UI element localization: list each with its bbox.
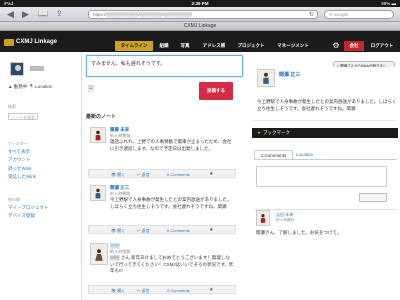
person-icon: [263, 73, 269, 85]
star-icon[interactable]: ★: [209, 287, 213, 293]
note-search-input[interactable]: ノートを検索: [8, 113, 38, 120]
page-title: CXMJ Linkage: [0, 22, 400, 31]
filter-sent-wink[interactable]: 読ったWink: [8, 166, 32, 172]
star-icon[interactable]: ★: [209, 171, 213, 177]
list-item[interactable]: ▒▒▒ 約 6 時間前 ▒▒▒ さん 新年あけましておめでとうございます！無理し…: [88, 241, 236, 297]
comments-tab-label: Comments: [264, 153, 287, 158]
search-label: 検索: [8, 104, 16, 109]
open-link[interactable]: 👁 開く: [111, 288, 125, 294]
divider: [254, 209, 397, 210]
avatar[interactable]: [90, 243, 108, 265]
sidebar-item-device-registration[interactable]: デバイス登録: [8, 213, 35, 219]
note-body: 雄話ふれれ、上野での人事異動で電車が止まったため、会社に引き遅延します。なので予…: [110, 139, 232, 151]
filter-label: フィルター: [8, 141, 28, 146]
star-icon: ★: [257, 130, 262, 135]
avatar[interactable]: [90, 127, 106, 143]
person-icon: [260, 214, 266, 223]
bookmark-label: ブックマーク: [263, 130, 291, 135]
clock: 2:39 PM: [191, 1, 209, 6]
list-item[interactable]: 齋藤 未来 約 6 時間前 雄話ふれれ、上野での人事異動で電車が止まったため、会…: [88, 125, 236, 178]
work-status[interactable]: ▲ 勤務中 📍 Location: [8, 84, 52, 90]
browser-search-input[interactable]: ⚲ Google: [324, 10, 394, 19]
attachment-icon[interactable]: 🗎: [88, 85, 94, 93]
share-icon[interactable]: ⇪: [56, 9, 63, 19]
note-author[interactable]: ▒▒▒: [110, 243, 120, 248]
gear-icon[interactable]: ⚙: [331, 41, 341, 51]
tab-management[interactable]: マネージメント: [273, 41, 313, 51]
person-icon: [95, 130, 101, 141]
profile-name-redacted: [30, 66, 44, 71]
note-action-bar: 👁 開く ↩ 返信 0 Comments ★: [88, 169, 236, 178]
avatar[interactable]: [256, 210, 270, 226]
star-icon[interactable]: ★: [209, 227, 213, 233]
logo-text: CXMJ Linkage: [16, 39, 58, 45]
comment-input[interactable]: [256, 166, 387, 187]
forward-icon[interactable]: ▶: [22, 9, 29, 19]
post-button[interactable]: 投稿する: [199, 82, 233, 100]
tab-organization[interactable]: 組織: [156, 41, 172, 51]
browser-search-placeholder: Google: [333, 12, 349, 17]
person-icon: [95, 249, 103, 261]
avatar[interactable]: [90, 185, 106, 201]
compose-textarea[interactable]: すみません、私も遅れそうです。: [86, 55, 243, 77]
tab-address-book[interactable]: アドレス帳: [199, 41, 229, 51]
url-bar[interactable]: https://▒▒▒▒▒▒▒▒▒▒/▒▒▒▒▒▒▒/▒▒▒▒▒▒▒▒▒ ↻: [88, 10, 318, 19]
other-label: 他の物: [8, 197, 20, 202]
reply-link[interactable]: ↩ 返信: [137, 288, 149, 294]
app-header: CXMJ Linkage タイムライン 組織 写真 アドレス帳 プロジェクト マ…: [0, 31, 400, 52]
avatar[interactable]: [10, 62, 24, 76]
note-detail: 関瀬 正三 今上野駅で人身事故が発生したとの案内放送がありました。しばらく立ち往…: [253, 67, 396, 121]
sidebar-item-my-projects[interactable]: マイ・プロジェクト: [8, 205, 49, 211]
avatar[interactable]: [257, 69, 275, 87]
comments-link[interactable]: 0 Comments: [167, 228, 190, 233]
tab-comments[interactable]: 1 Comments: [254, 150, 293, 159]
detail-body: 今上野駅で人身事故が発生したとの案内放送がありました。しばらく立ち往生しそうです…: [257, 99, 397, 111]
comment-timestamp: 約 6 時間前: [276, 218, 294, 222]
filter-all[interactable]: すべて表示: [8, 149, 30, 155]
person-icon: [95, 188, 101, 199]
logo[interactable]: CXMJ Linkage: [4, 38, 57, 46]
comments-link[interactable]: 0 Comments: [167, 172, 190, 177]
detail-author[interactable]: 関瀬 正三: [279, 71, 300, 78]
comment-body: 関瀬さん、了解しました。お気をつけて。: [256, 230, 342, 235]
open-link[interactable]: 👁 開く: [111, 172, 125, 178]
logout-link[interactable]: ログアウト: [367, 41, 397, 51]
filter-accounts[interactable]: アカウント: [8, 157, 31, 163]
tab-timeline[interactable]: タイムライン: [115, 41, 153, 51]
note-action-bar: 👁 開く ↩ 返信 0 Comments ★: [88, 285, 236, 294]
tab-photos[interactable]: 写真: [177, 41, 193, 51]
tab-location[interactable]: Location: [296, 150, 313, 159]
bookmark-button[interactable]: ★ ブックマーク: [252, 128, 398, 138]
comments-link[interactable]: 0 Comments: [167, 288, 190, 293]
tab-projects[interactable]: プロジェクト: [234, 41, 268, 51]
battery-indicator: 99% ▬: [381, 1, 396, 6]
url-text: https://▒▒▒▒▒▒▒▒▒▒/▒▒▒▒▒▒▒/▒▒▒▒▒▒▒▒▒: [93, 12, 192, 17]
divider: [254, 159, 397, 160]
filter-received-wink[interactable]: 受信したWink: [8, 174, 36, 180]
reply-link[interactable]: ↩ 返信: [137, 172, 149, 178]
comment-submit-button[interactable]: [359, 193, 387, 202]
ios-status-bar: iPad 2:39 PM 99% ▬: [0, 0, 400, 7]
sidebar: ▲ 勤務中 📍 Location 検索 ノートを検索 フィルター すべて表示 ア…: [0, 52, 82, 300]
note-body: ▒▒▒ さん 新年あけましておめでとうございます！無理しないで行ってきてください…: [110, 255, 234, 273]
reload-icon[interactable]: ↻: [309, 11, 314, 18]
logo-mark-icon: [4, 38, 14, 46]
feed-title: 最新のノート: [86, 114, 117, 120]
back-icon[interactable]: ◀: [7, 9, 14, 19]
note-action-bar: 👁 開く ↩ 返信 0 Comments ★: [88, 225, 236, 234]
reply-link[interactable]: ↩ 返信: [137, 228, 149, 234]
bookmarks-icon[interactable]: 📖: [38, 9, 48, 19]
browser-toolbar: ◀ ▶ 📖 ⇪ https://▒▒▒▒▒▒▒▒▒▒/▒▒▒▒▒▒▒/▒▒▒▒▒…: [0, 7, 400, 22]
list-item[interactable]: 関瀬 正三 約 6 時間前 今上野駅で人身事故が発生したとの案内放送がありました…: [88, 183, 236, 234]
note-body: 今上野駅で人身事故が発生したとの案内放送がありました。しばらく立ち往生しそうです…: [110, 197, 232, 209]
company-button[interactable]: 会社: [344, 41, 364, 51]
open-link[interactable]: 👁 開く: [111, 228, 125, 234]
